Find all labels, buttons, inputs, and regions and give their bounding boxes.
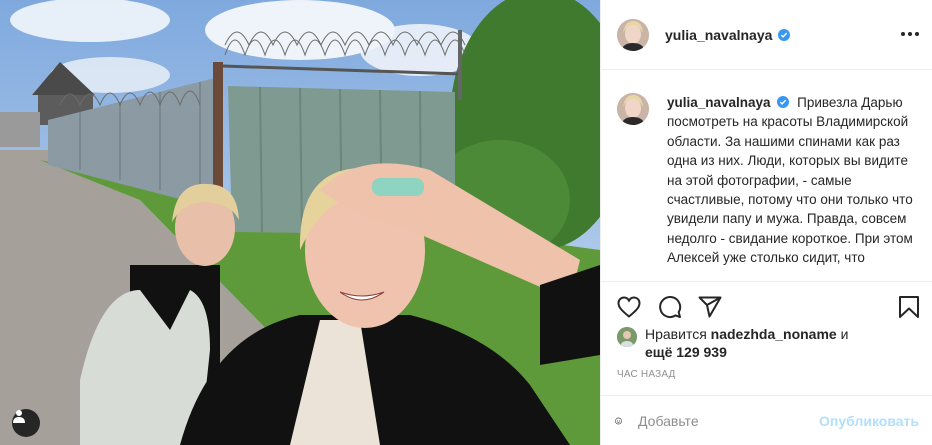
caption-area: yulia_navalnaya Привезла Дарью посмотрет… [601, 71, 932, 281]
likes-summary: Нравится nadezhda_noname и ещё 129 939 [617, 325, 917, 361]
save-button[interactable] [896, 294, 922, 320]
liker-avatar[interactable] [617, 327, 637, 347]
action-bar [601, 281, 932, 331]
tag-user-button[interactable] [12, 409, 40, 437]
verified-badge-icon [777, 96, 790, 108]
paper-plane-icon [698, 296, 722, 318]
caption-text: yulia_navalnaya Привезла Дарью посмотрет… [667, 93, 917, 268]
photo-illustration [0, 0, 600, 445]
comment-icon [659, 296, 682, 318]
publish-button[interactable]: Опубликовать [819, 413, 919, 429]
likes-prefix: Нравится [645, 326, 707, 342]
comment-input[interactable] [638, 412, 820, 429]
caption-author-avatar[interactable] [617, 93, 649, 125]
share-button[interactable] [697, 294, 723, 320]
emoji-icon[interactable] [615, 409, 622, 433]
comment-form: Опубликовать [601, 395, 932, 445]
caption-username[interactable]: yulia_navalnaya [667, 95, 771, 110]
comment-button[interactable] [657, 294, 683, 320]
post-photo[interactable] [0, 0, 600, 445]
liked-by-username[interactable]: nadezhda_noname [711, 326, 837, 342]
post-timestamp[interactable]: час назад [617, 369, 676, 380]
author-avatar[interactable] [617, 18, 649, 51]
likes-count[interactable]: ещё 129 939 [645, 344, 727, 360]
more-options-icon [901, 32, 905, 36]
caption-body: Привезла Дарью посмотреть на красоты Вла… [667, 95, 913, 266]
user-tag-icon [13, 410, 25, 423]
like-button[interactable] [616, 294, 642, 320]
more-options-button[interactable] [901, 25, 919, 43]
heart-icon [617, 296, 641, 318]
post-side-panel: yulia_navalnaya yulia_navalnaya Привезла… [600, 0, 932, 445]
verified-badge-icon [778, 28, 791, 41]
post-header: yulia_navalnaya [601, 0, 932, 70]
author-username[interactable]: yulia_navalnaya [665, 27, 772, 43]
bookmark-icon [899, 296, 919, 318]
likes-and: и [840, 326, 849, 342]
